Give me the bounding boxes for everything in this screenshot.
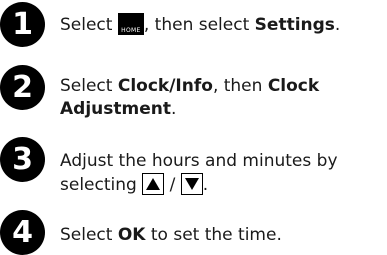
step-1-settings-label: Settings [254, 15, 335, 35]
up-arrow-icon [142, 173, 165, 195]
step-3-line-2: selecting / . [60, 173, 385, 197]
step-2-adjustment-label: Adjustment [60, 99, 171, 119]
step-2-text-mid: , then [212, 76, 268, 96]
step-1-text: Select HOME, then select Settings. [60, 13, 385, 37]
step-3-number-badge: 3 [0, 137, 45, 182]
step-4-text: Select OK to set the time. [60, 224, 385, 247]
step-3-text-pre: selecting [60, 175, 143, 195]
home-menu-icon: HOME [117, 13, 144, 35]
step-1: 1 Select HOME, then select Settings. [0, 2, 387, 47]
step-1-text-pre: Select [60, 15, 118, 35]
step-4-text-post: to set the time. [145, 225, 282, 245]
home-grid-icon [121, 16, 139, 26]
step-2-number-badge: 2 [0, 65, 45, 110]
step-2-text: Select Clock/Info, then Clock Adjustment… [60, 75, 385, 121]
step-3: 3 Adjust the hours and minutes by select… [0, 137, 387, 197]
step-4-number-badge: 4 [0, 210, 45, 255]
down-arrow-icon [180, 173, 203, 195]
step-4-text-pre: Select [60, 225, 118, 245]
step-3-text-post: . [202, 175, 209, 195]
step-2-text-pre: Select [60, 76, 118, 96]
step-4: 4 Select OK to set the time. [0, 210, 387, 255]
step-2-clock-info-label: Clock/Info [117, 76, 213, 96]
step-1-text-post: . [334, 15, 341, 35]
step-3-text: Adjust the hours and minutes by selectin… [60, 150, 385, 197]
step-2: 2 Select Clock/Info, then Clock Adjustme… [0, 65, 387, 125]
step-1-number-badge: 1 [0, 2, 45, 47]
step-2-text-post: . [170, 99, 177, 119]
instruction-steps: 1 Select HOME, then select Settings. 2 S… [0, 0, 387, 255]
step-4-ok-label: OK [117, 225, 146, 245]
step-1-text-mid: , then select [143, 15, 255, 35]
step-2-line-2: Adjustment. [60, 98, 385, 121]
step-3-line-1: Adjust the hours and minutes by [60, 151, 338, 171]
home-icon-label: HOME [121, 27, 141, 34]
step-2-line-1: Select Clock/Info, then Clock [60, 75, 385, 98]
step-2-clock-label: Clock [267, 76, 320, 96]
step-3-separator: / [164, 175, 181, 195]
